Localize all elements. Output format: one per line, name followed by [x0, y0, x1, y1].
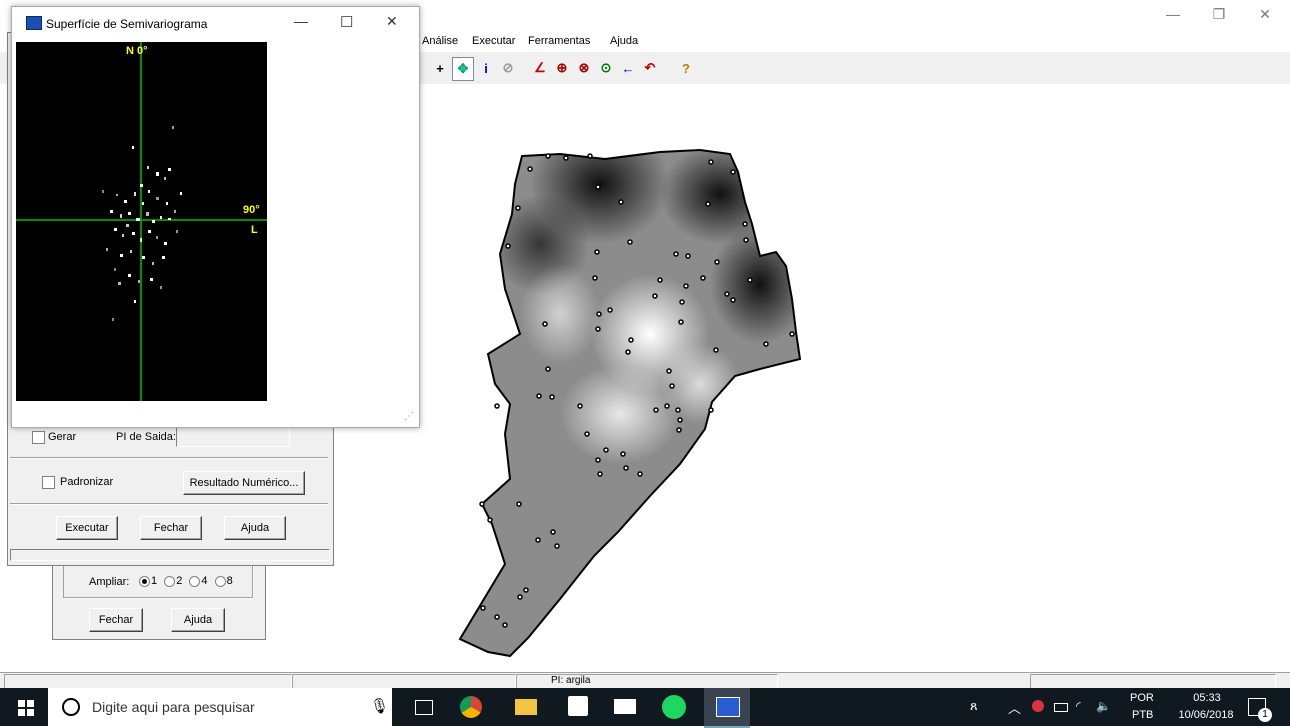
- divider: [10, 457, 328, 459]
- resize-grip-icon[interactable]: ⋰: [404, 411, 416, 423]
- measure-icon[interactable]: ∠: [530, 57, 550, 79]
- zoom-fechar-button[interactable]: Fechar: [89, 608, 143, 632]
- zoom-options: 1 2 4 8: [135, 575, 233, 587]
- gerar-label: Gerar: [48, 431, 77, 443]
- cortana-icon: [62, 698, 80, 716]
- pi-saida-field[interactable]: [176, 427, 290, 447]
- semivariogram-titlebar: Superfície de Semivariograma — ☐ ✕: [12, 7, 419, 37]
- semivariogram-window: Superfície de Semivariograma — ☐ ✕ N 0° …: [11, 6, 420, 428]
- semi-minimize-button[interactable]: —: [294, 13, 308, 29]
- semivariogram-surface: N 0° 90° L: [16, 42, 267, 401]
- clock-time[interactable]: 05:33: [1182, 692, 1232, 704]
- status-cell-2: [292, 674, 516, 689]
- battery-icon[interactable]: [1054, 703, 1068, 712]
- file-explorer-icon[interactable]: [515, 699, 537, 715]
- zoom-radio-2[interactable]: [164, 575, 176, 587]
- chevron-up-icon[interactable]: ︿: [1008, 698, 1021, 717]
- zoom-option-2-label: 2: [176, 575, 183, 587]
- variogram-cells: [102, 126, 182, 321]
- zoom-in-icon[interactable]: ⊕: [552, 57, 572, 79]
- taskbar-search[interactable]: Digite aqui para pesquisar 🎙: [48, 688, 392, 726]
- east-angle-label: 90°: [243, 204, 260, 216]
- semivariogram-plot: N 0° 90° L: [16, 42, 267, 401]
- east-label: L: [251, 224, 258, 236]
- undo-icon[interactable]: ↶: [640, 57, 660, 79]
- zoom-option-8-label: 8: [226, 575, 233, 587]
- padronizar-label: Padronizar: [60, 476, 114, 488]
- progress-bar: [10, 549, 330, 561]
- pi-saida-label: PI de Saida:: [116, 431, 176, 443]
- restore-button[interactable]: ❐: [1196, 6, 1242, 28]
- spring-app-icon: [716, 697, 740, 717]
- zoom-ajuda-button[interactable]: Ajuda: [171, 608, 225, 632]
- semi-close-button[interactable]: ✕: [386, 13, 398, 30]
- chrome-icon[interactable]: [460, 696, 482, 718]
- semi-maximize-button[interactable]: ☐: [340, 13, 353, 31]
- wifi-icon[interactable]: ◜: [1076, 699, 1081, 713]
- language-top[interactable]: POR: [1130, 692, 1154, 704]
- cursor-info-button[interactable]: +: [430, 57, 450, 79]
- status-pi-label: PI: argila: [551, 675, 591, 686]
- help-icon[interactable]: ?: [676, 57, 696, 79]
- antivirus-icon[interactable]: [1032, 700, 1044, 712]
- gerar-checkbox[interactable]: [32, 431, 45, 444]
- north-label: N 0°: [126, 45, 148, 57]
- close-button[interactable]: ✕: [1242, 6, 1288, 28]
- divider: [10, 503, 328, 505]
- task-view-icon[interactable]: [415, 700, 433, 715]
- status-cell-3: [1030, 674, 1276, 689]
- mail-icon[interactable]: [614, 699, 636, 714]
- menu-executar[interactable]: Executar: [472, 35, 515, 47]
- search-placeholder: Digite aqui para pesquisar: [92, 699, 255, 715]
- back-icon[interactable]: ←: [618, 57, 638, 79]
- disabled-tool-icon[interactable]: ⊘: [498, 57, 518, 79]
- pan-icon[interactable]: ✥: [452, 57, 474, 81]
- minimize-button[interactable]: —: [1150, 6, 1196, 28]
- status-cell-pi: PI: argila: [516, 674, 778, 689]
- clock-date[interactable]: 10/06/2018: [1168, 709, 1244, 721]
- taskbar-app-active[interactable]: [704, 688, 750, 728]
- ampliar-label: Ampliar:: [89, 576, 130, 588]
- spotify-icon[interactable]: [662, 695, 686, 719]
- menu-analise[interactable]: Análise: [422, 35, 458, 47]
- status-bar: PI: argila: [0, 672, 1290, 689]
- taskbar: Digite aqui para pesquisar 🎙 ጸ ︿ ◜ 🔈 POR…: [0, 688, 1290, 728]
- fechar-button[interactable]: Fechar: [140, 516, 202, 540]
- windows-start-icon[interactable]: [18, 700, 34, 716]
- zoom-out-icon[interactable]: ⊗: [574, 57, 594, 79]
- store-icon[interactable]: [568, 696, 588, 716]
- language-bottom[interactable]: PTB: [1132, 709, 1153, 721]
- semivariogram-title: Superfície de Semivariograma: [46, 17, 208, 31]
- menu-ajuda[interactable]: Ajuda: [610, 35, 638, 47]
- executar-button[interactable]: Executar: [56, 516, 118, 540]
- resultado-numerico-button[interactable]: Resultado Numérico...: [183, 471, 305, 495]
- microphone-icon[interactable]: 🎙: [370, 697, 389, 715]
- volume-icon[interactable]: 🔈: [1096, 699, 1111, 713]
- app-icon: [26, 16, 42, 30]
- zoom-option-1-label: 1: [151, 575, 158, 587]
- zoom-area-icon[interactable]: ⊙: [596, 57, 616, 79]
- zoom-option-4-label: 4: [201, 575, 208, 587]
- people-icon[interactable]: ጸ: [970, 698, 978, 714]
- zoom-radio-8[interactable]: [214, 575, 226, 587]
- menu-ferramentas[interactable]: Ferramentas: [528, 35, 590, 47]
- status-cell-1: [4, 674, 292, 689]
- notification-badge: 1: [1258, 708, 1272, 722]
- zoom-radio-1[interactable]: [139, 575, 150, 587]
- padronizar-checkbox[interactable]: [42, 476, 55, 489]
- zoom-radio-4[interactable]: [189, 575, 201, 587]
- ajuda-button[interactable]: Ajuda: [224, 516, 286, 540]
- info-icon[interactable]: i: [476, 57, 496, 79]
